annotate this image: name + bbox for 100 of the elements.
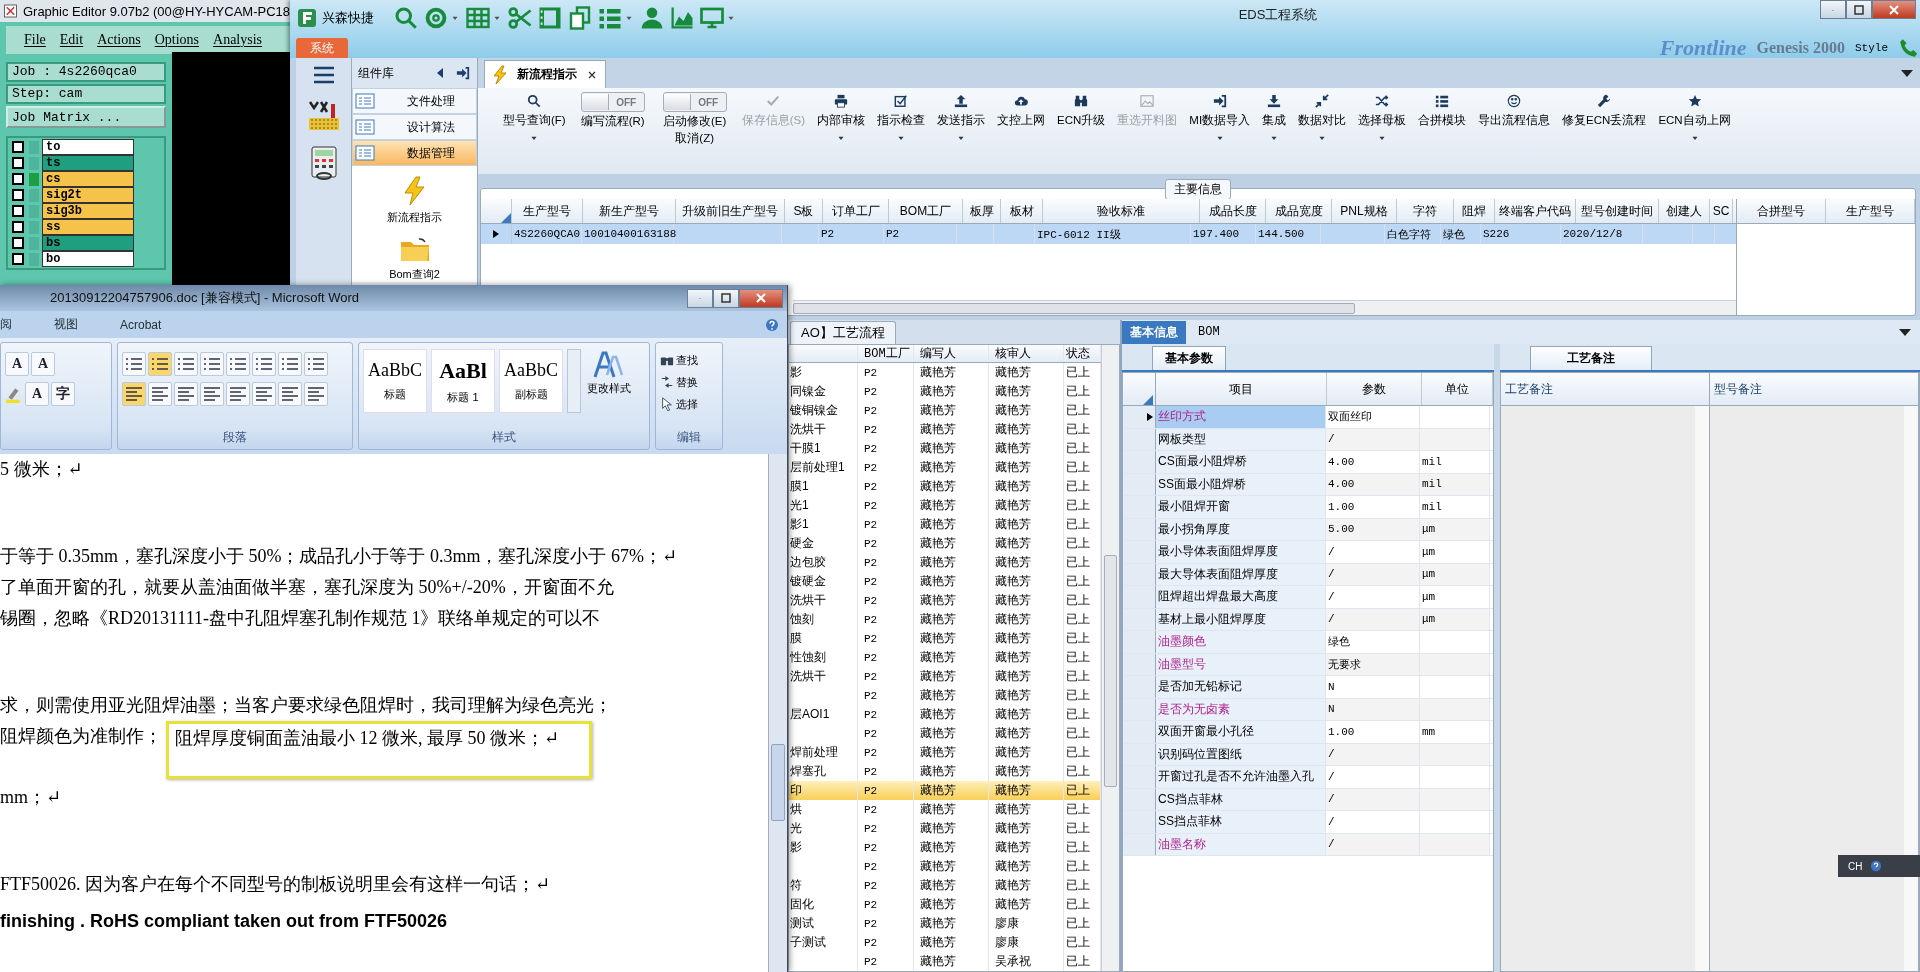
table-row[interactable]: 是否加无铅标记 N [1123,676,1493,699]
table-row[interactable]: 识别码位置图纸 / [1123,743,1493,766]
column-header[interactable]: 成品长度 [1200,199,1266,223]
paragraph-tool-button[interactable] [122,352,146,376]
menu-item[interactable]: File [24,32,46,48]
column-header[interactable]: 单位 [1422,373,1493,405]
column-header[interactable]: 板材 [1001,199,1043,223]
table-row[interactable]: 双面开窗最小孔径 1.00 mm [1123,721,1493,744]
column-header[interactable]: 升级前旧生产型号 [676,199,785,223]
alignment-button[interactable] [122,382,146,406]
maximize-button[interactable] [713,288,739,308]
component-group[interactable]: 文件处理 [352,88,477,114]
table-row[interactable]: 最小导体表面阻焊厚度 / μm [1123,541,1493,564]
column-header[interactable]: PNL规格 [1332,199,1397,223]
column-header[interactable]: 创建人 [1659,199,1710,223]
alignment-button[interactable] [278,382,302,406]
close-button[interactable] [739,288,783,308]
menu-item[interactable]: Edit [59,32,84,48]
table-row[interactable]: SS面最小阻焊桥 4.00 mil [1123,473,1493,496]
column-header[interactable]: 新生产型号 [583,199,676,223]
quick-button[interactable] [568,6,592,30]
alignment-button[interactable] [148,382,172,406]
toolbar-button[interactable]: 型号查询(F) [498,92,571,145]
menu-item[interactable]: Analysis [213,32,263,48]
alignment-button[interactable] [174,382,198,406]
paragraph-tool-button[interactable] [200,352,224,376]
close-button[interactable] [1872,0,1916,19]
table-row[interactable]: 油墨名称 / [1123,833,1493,856]
column-header[interactable]: 型号备注 [1710,373,1918,406]
vertical-scrollbar[interactable] [1101,345,1119,971]
toolbar-button[interactable]: 发送指示 [932,92,991,145]
quick-button[interactable] [598,6,622,30]
toolbar-button[interactable]: 合拼模块 [1413,92,1472,130]
layer-name[interactable]: ts [42,155,134,171]
column-header[interactable]: 型号创建时间 [1576,199,1659,223]
column-header[interactable]: 编写人 [914,345,989,362]
paragraph-tool-button[interactable] [148,352,172,376]
column-header[interactable]: 项目 [1156,373,1327,405]
column-header[interactable]: 合拼型号 [1737,199,1826,223]
quick-button[interactable] [640,6,664,30]
column-header[interactable]: 板厚 [963,199,1001,223]
table-row[interactable]: CS挡点菲林 / [1123,788,1493,811]
layer-name[interactable]: sig2t [42,187,134,203]
toolbar-button[interactable]: 修复ECN丢流程 [1557,92,1652,130]
quick-button[interactable] [700,6,724,30]
paragraph-tool-button[interactable] [304,352,328,376]
menu-button[interactable] [312,66,335,84]
toolbar-button[interactable]: 导出流程信息 [1473,92,1556,130]
layer-name[interactable]: ss [42,219,134,235]
column-header[interactable]: BOM工厂 [889,199,963,223]
panel-tab[interactable]: 基本信息 [1122,320,1186,344]
component-group[interactable]: 设计算法 [352,114,477,140]
column-header[interactable]: BOM工厂 [858,345,914,362]
column-header[interactable]: 订单工厂 [823,199,889,223]
editing-button[interactable]: 查找 [660,349,718,371]
menu-item[interactable]: Actions [97,32,141,48]
layer-name[interactable]: bs [42,235,134,251]
quick-button[interactable] [394,6,418,30]
quick-button[interactable] [508,6,532,30]
table-row[interactable]: 印 P2 藏艳芳 藏艳芳 已上 [789,781,1101,800]
toolbar-button[interactable]: ECN升级 [1052,92,1111,130]
table-row[interactable]: 丝印方式 双面丝印 [1123,406,1493,429]
table-row[interactable]: 最小阻焊开窗 1.00 mil [1123,496,1493,519]
ribbon-tab[interactable]: Acrobat [120,317,162,332]
layer-name[interactable]: to [42,139,134,155]
quick-button[interactable] [670,6,694,30]
quick-button[interactable] [424,6,448,30]
toggle-control[interactable]: OFF 启动修改(E) 取消(Z) [654,92,735,146]
help-icon[interactable] [1870,860,1883,872]
column-header[interactable]: 验收标准 [1043,199,1200,223]
toggle-switch[interactable]: OFF [580,92,645,112]
minimize-button[interactable] [687,288,713,308]
column-header[interactable]: 字符 [1397,199,1454,223]
sign-in-icon[interactable] [455,66,471,80]
layer-checkbox[interactable] [12,221,24,233]
toolbar-button[interactable]: 内部审核 [812,92,871,145]
table-row[interactable]: 基材上最小阻焊厚度 / μm [1123,608,1493,631]
horizontal-scrollbar[interactable] [793,300,1736,315]
table-row[interactable]: 油墨颜色 绿色 [1123,631,1493,654]
toolbar-button[interactable]: 文控上网 [992,92,1051,130]
column-header[interactable]: 生产型号 [1826,199,1915,223]
table-row[interactable]: CS面最小阻焊桥 4.00 mil [1123,451,1493,474]
table-row[interactable]: 4S2260QCA0 10010400163188 P2 P2 IPC-6012 II级 197.400 144.500 白色字符 绿色 S226 2020/12/8 [481,224,1736,244]
column-header[interactable]: 参数 [1327,373,1422,405]
layer-name[interactable]: cs [42,171,134,187]
language-indicator[interactable]: CH [1848,860,1863,872]
gallery-scrollbar[interactable] [567,349,581,413]
column-header[interactable]: 核审人 [989,345,1064,362]
maximize-button[interactable] [1846,0,1872,19]
table-row[interactable]: 网板类型 / [1123,428,1493,451]
alignment-button[interactable] [200,382,224,406]
minimize-button[interactable] [1820,0,1846,19]
quick-button[interactable] [538,6,562,30]
panel-tab[interactable]: 基本参数 [1152,346,1226,370]
ribbon-tab[interactable]: 视图 [54,316,78,333]
table-row[interactable]: 最小拐角厚度 5.00 μm [1123,518,1493,541]
column-header[interactable]: 成品宽度 [1266,199,1332,223]
help-icon[interactable] [765,317,779,332]
calculator-button[interactable] [308,146,339,180]
column-header[interactable]: 工艺备注 [1501,373,1709,406]
